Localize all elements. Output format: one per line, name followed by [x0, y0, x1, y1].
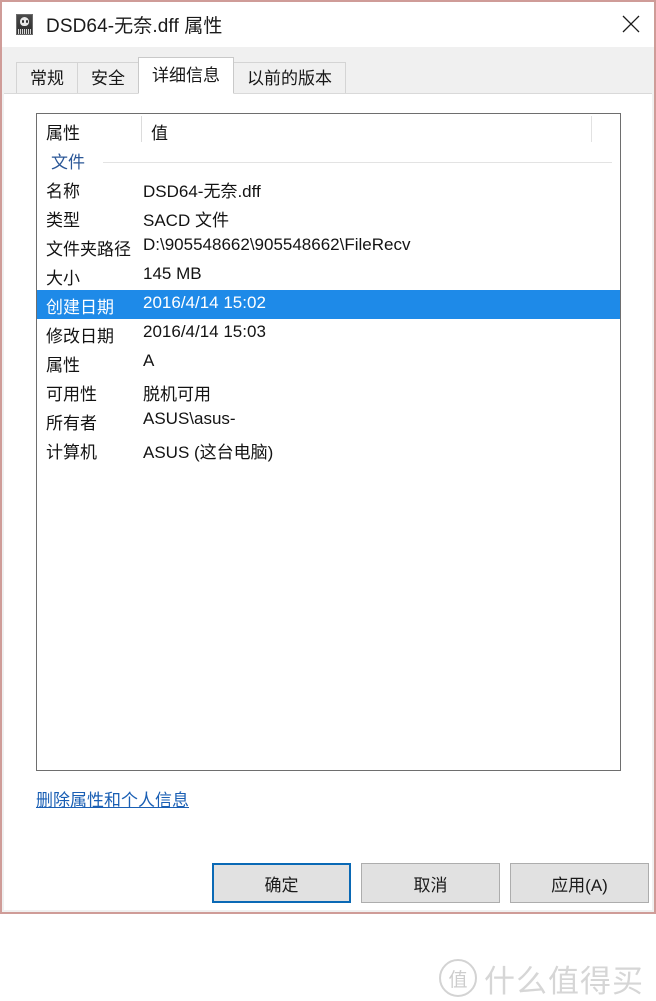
close-icon[interactable]: [608, 2, 654, 46]
row-label: 文件夹路径: [46, 240, 131, 259]
tab-strip: 常规 安全 详细信息 以前的版本: [4, 47, 652, 94]
row-label: 属性: [46, 356, 80, 375]
row-value: SACD 文件: [143, 211, 229, 230]
row-label: 名称: [46, 182, 80, 201]
row-label: 所有者: [46, 414, 97, 433]
remove-properties-link[interactable]: 删除属性和个人信息: [36, 791, 189, 810]
tab-previous-versions[interactable]: 以前的版本: [233, 62, 346, 94]
row-label: 类型: [46, 211, 80, 230]
tab-security[interactable]: 安全: [77, 62, 139, 94]
tab-general[interactable]: 常规: [16, 62, 78, 94]
row-value: 145 MB: [143, 264, 202, 283]
dialog-buttons: 确定 取消 应用(A): [4, 863, 652, 913]
column-divider-right[interactable]: [591, 116, 592, 142]
watermark-text: 什么值得买: [484, 963, 644, 999]
table-row[interactable]: 文件夹路径 D:\905548662\905548662\FileRecv: [37, 232, 620, 261]
row-label: 可用性: [46, 385, 97, 404]
table-row[interactable]: 修改日期 2016/4/14 15:03: [37, 319, 620, 348]
table-row[interactable]: 名称 DSD64-无奈.dff: [37, 174, 620, 203]
tab-details[interactable]: 详细信息: [138, 57, 234, 94]
site-watermark: 值 什么值得买: [439, 955, 644, 1001]
column-divider[interactable]: [141, 116, 142, 142]
details-panel: 属性 值 文件 名称 DSD64-无奈.dff 类型 SACD 文件 文件夹路径…: [4, 93, 652, 999]
row-label: 创建日期: [46, 298, 114, 317]
row-value: A: [143, 351, 155, 370]
row-value: D:\905548662\905548662\FileRecv: [143, 235, 411, 254]
row-value: ASUS\asus-: [143, 409, 236, 428]
window-title: DSD64-无奈.dff 属性: [46, 16, 223, 37]
row-value: 脱机可用: [143, 385, 211, 404]
media-file-icon: [14, 13, 36, 37]
row-value: ASUS (这台电脑): [143, 443, 274, 462]
ok-button[interactable]: 确定: [212, 863, 351, 903]
row-value: 2016/4/14 15:02: [143, 293, 266, 312]
property-list[interactable]: 属性 值 文件 名称 DSD64-无奈.dff 类型 SACD 文件 文件夹路径…: [36, 113, 621, 771]
row-label: 大小: [46, 269, 80, 288]
section-rule: [103, 162, 612, 163]
column-header-property: 属性: [46, 124, 80, 143]
table-row[interactable]: 属性 A: [37, 348, 620, 377]
title-bar: DSD64-无奈.dff 属性: [2, 2, 654, 47]
remove-properties-row: 删除属性和个人信息: [36, 786, 189, 811]
row-label: 计算机: [46, 443, 97, 462]
table-row[interactable]: 大小 145 MB: [37, 261, 620, 290]
table-row[interactable]: 所有者 ASUS\asus-: [37, 406, 620, 435]
section-header-file: 文件: [37, 145, 620, 174]
section-label: 文件: [51, 153, 85, 172]
row-value: 2016/4/14 15:03: [143, 322, 266, 341]
table-row[interactable]: 类型 SACD 文件: [37, 203, 620, 232]
watermark-badge-icon: 值: [439, 959, 477, 997]
table-row[interactable]: 计算机 ASUS (这台电脑): [37, 435, 620, 464]
cancel-button[interactable]: 取消: [361, 863, 500, 903]
row-value: DSD64-无奈.dff: [143, 182, 261, 201]
table-row-selected[interactable]: 创建日期 2016/4/14 15:02: [37, 290, 620, 319]
column-header-value: 值: [151, 124, 168, 143]
list-column-headers: 属性 值: [37, 114, 620, 145]
apply-button[interactable]: 应用(A): [510, 863, 649, 903]
table-row[interactable]: 可用性 脱机可用: [37, 377, 620, 406]
properties-dialog-window: DSD64-无奈.dff 属性 常规 安全 详细信息 以前的版本 属性 值 文件…: [0, 0, 656, 999]
row-label: 修改日期: [46, 327, 114, 346]
